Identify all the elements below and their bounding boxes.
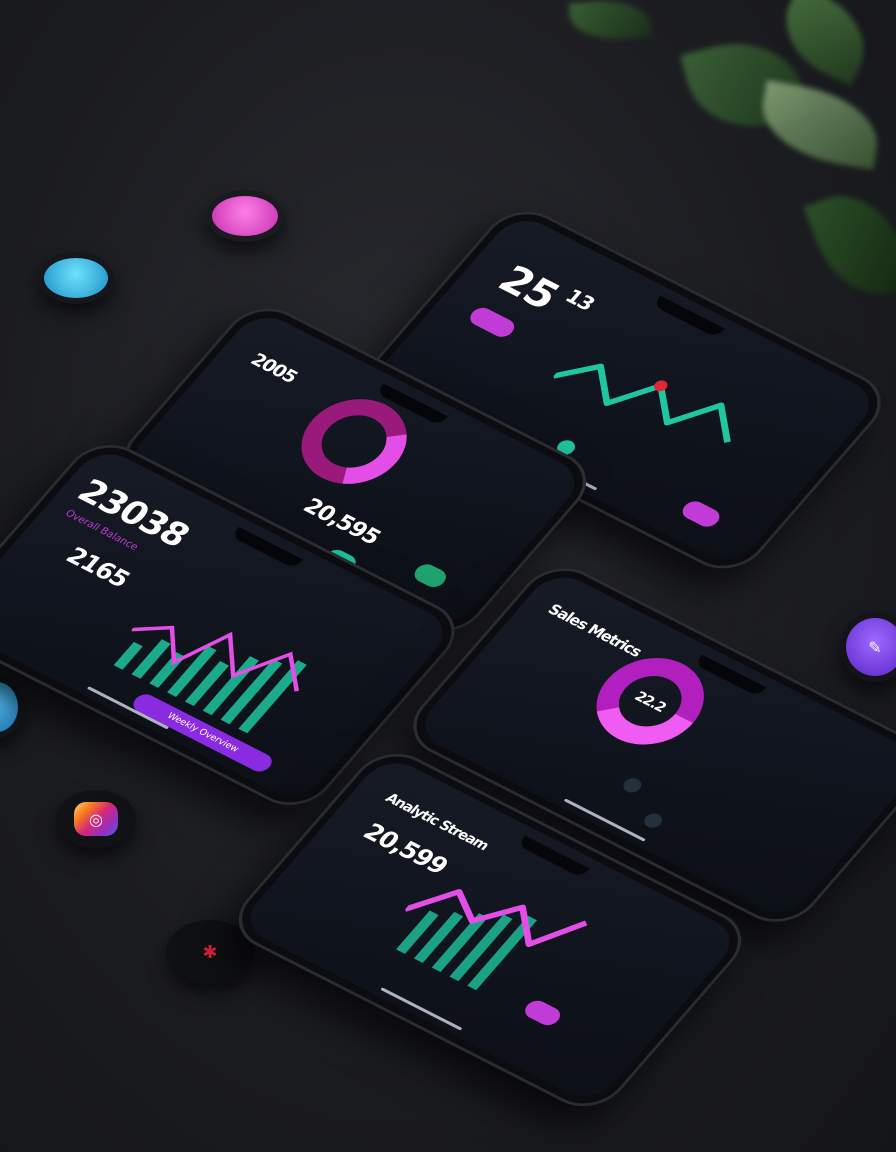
cyan-app-icon [38,252,114,304]
headline-suffix: 13 [560,284,600,315]
headline-value: 25 [488,257,568,319]
bar-line-chart [395,889,588,991]
phone-notch [517,835,590,878]
phone-notch [230,526,304,570]
avatar [640,810,666,831]
chip[interactable] [465,304,519,341]
blue-app-icon [0,676,24,738]
pink-app-icon [206,190,284,242]
plant-leaf [754,80,886,170]
home-indicator [563,798,646,842]
instagram-icon: ◎ [56,790,136,848]
chip[interactable] [678,498,724,530]
chip[interactable] [410,561,451,591]
plant-leaf [803,179,896,311]
purple-app-icon: ✎ [840,612,896,682]
secondary-value: 2165 [60,542,136,593]
header-value: 2005 [245,349,302,388]
scene: ◎ ✱ ✎ 25 13 2005 20,595 23038 Overall Ba… [0,0,896,1152]
avatar [619,775,645,796]
donut-chart [301,399,407,484]
phone-notch [652,295,725,338]
home-indicator [380,987,463,1031]
plant-leaf [568,0,652,44]
